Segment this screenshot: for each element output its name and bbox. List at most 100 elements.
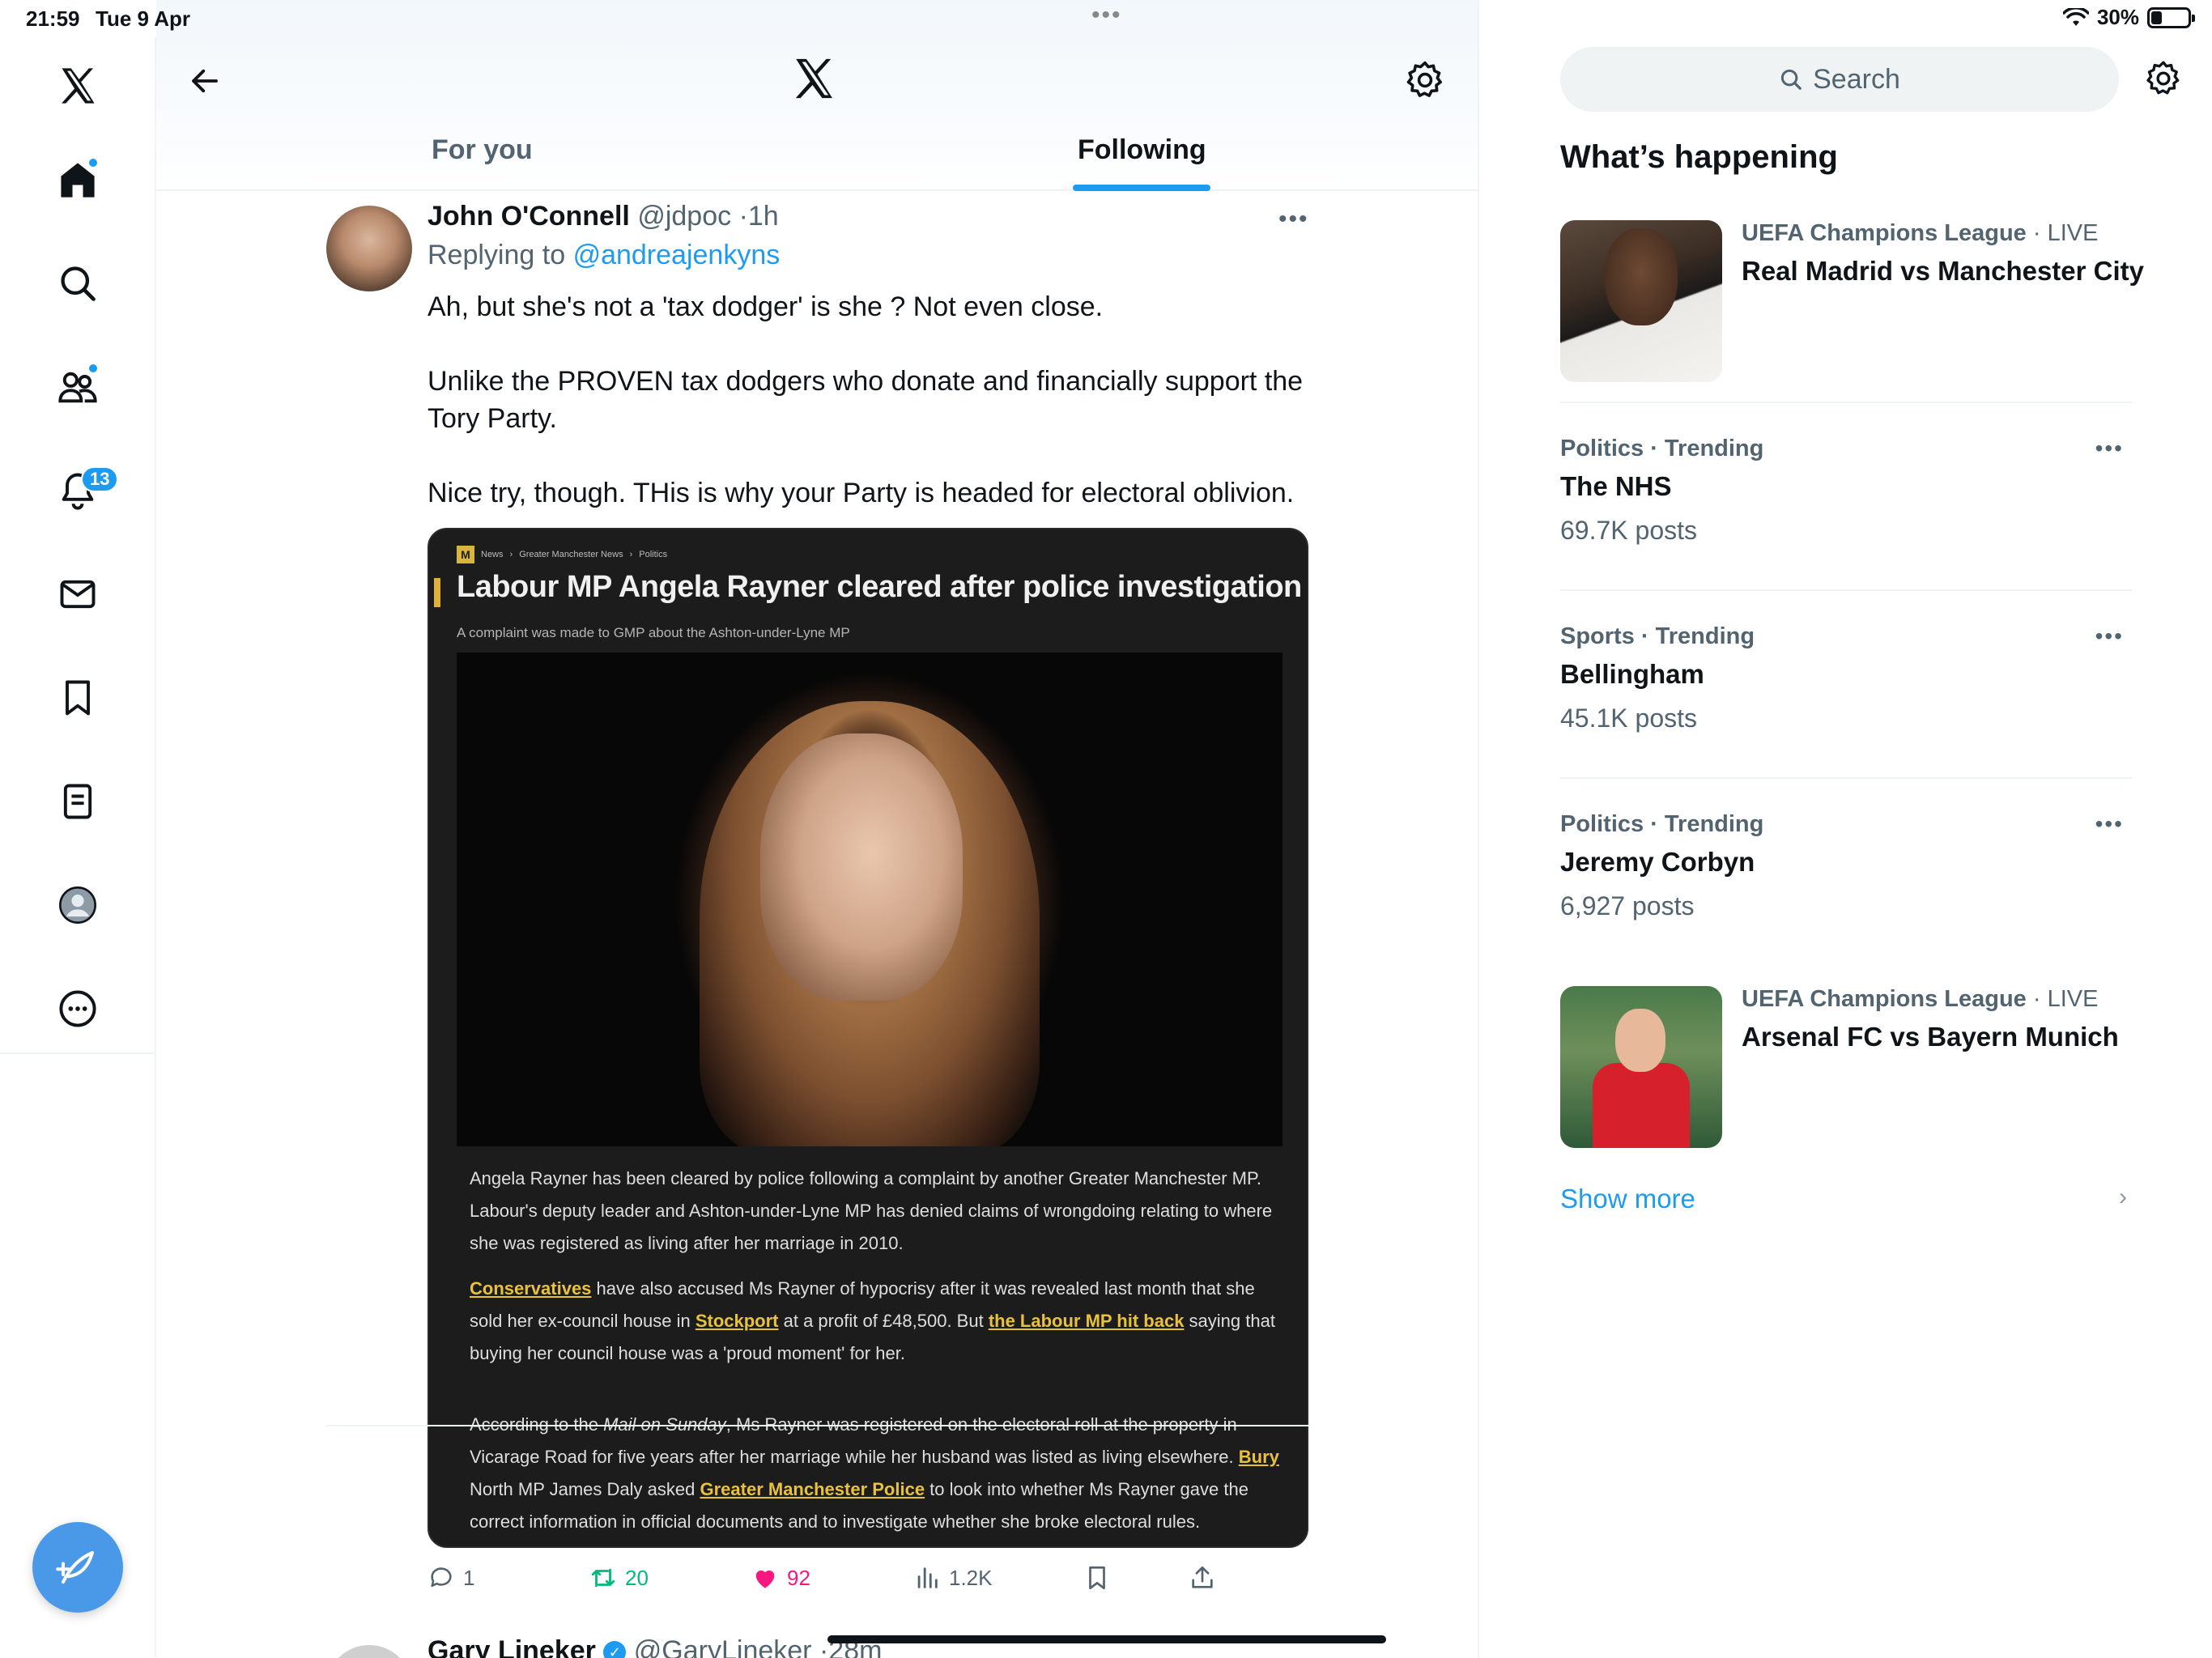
- trend-item[interactable]: UEFA Champions League · LIVE Real Madrid…: [1560, 220, 2144, 382]
- article-subhead: A complaint was made to GMP about the As…: [457, 625, 850, 640]
- share-button[interactable]: [1189, 1564, 1216, 1592]
- more-options-icon[interactable]: •••: [1278, 206, 1309, 233]
- profile-icon[interactable]: [49, 876, 107, 934]
- trend-text: UEFA Champions League · LIVE Arsenal FC …: [1742, 986, 2146, 1053]
- trend-category: Sports · Trending: [1560, 623, 1755, 649]
- tab-for-you[interactable]: For you: [432, 134, 533, 166]
- trend-item[interactable]: UEFA Champions League · LIVE Arsenal FC …: [1560, 986, 2132, 1148]
- author-handle[interactable]: @GaryLineker: [634, 1635, 812, 1658]
- reply-button[interactable]: 1: [428, 1564, 474, 1592]
- chevron-right-icon[interactable]: ›: [2119, 1184, 2127, 1211]
- like-button[interactable]: 92: [751, 1564, 810, 1592]
- messages-icon[interactable]: [49, 565, 107, 623]
- author-name[interactable]: Gary Lineker: [428, 1635, 596, 1658]
- retweet-count: 20: [625, 1565, 649, 1590]
- communities-icon[interactable]: [49, 358, 107, 416]
- thumbnail-shirt: [1593, 1063, 1690, 1148]
- article-photo: [457, 653, 1283, 1146]
- compose-feather-icon: [56, 1550, 95, 1584]
- search-icon[interactable]: [49, 254, 107, 312]
- article-image-card[interactable]: M News › Greater Manchester News › Polit…: [428, 528, 1308, 1548]
- avatar[interactable]: [326, 1645, 412, 1658]
- avatar[interactable]: [326, 206, 412, 291]
- replying-mention-link[interactable]: @andreajenkyns: [573, 240, 781, 270]
- more-icon[interactable]: [49, 980, 107, 1038]
- notifications-icon[interactable]: 13: [49, 461, 119, 520]
- author-name[interactable]: John O'Connell: [428, 201, 630, 232]
- status-bar: 21:59 Tue 9 Apr ••• 30%: [0, 0, 2212, 37]
- search-icon: [1781, 69, 1802, 90]
- article-paragraph: Conservatives have also accused Ms Rayne…: [470, 1273, 1279, 1370]
- trend-category: UEFA Champions League: [1742, 220, 2027, 246]
- left-nav: 13: [0, 37, 156, 1658]
- more-options-icon[interactable]: •••: [2095, 436, 2124, 461]
- views-button[interactable]: 1.2K: [913, 1564, 993, 1592]
- thumbnail-face: [1615, 1009, 1665, 1072]
- trend-item[interactable]: Sports · Trending Bellingham 45.1K posts…: [1560, 623, 2132, 733]
- article-link: Bury: [1238, 1447, 1279, 1467]
- trend-post-count: 6,927 posts: [1560, 891, 1695, 920]
- settings-gear-icon[interactable]: [2143, 58, 2184, 99]
- status-time: 21:59: [26, 6, 80, 31]
- home-icon[interactable]: [49, 151, 107, 209]
- trend-title: Jeremy Corbyn: [1560, 847, 1755, 877]
- trend-separator: [1560, 777, 2132, 779]
- trend-thumbnail: [1560, 986, 1722, 1148]
- communities-unread-dot: [87, 363, 99, 374]
- like-count: 92: [787, 1565, 810, 1590]
- x-logo-icon[interactable]: [49, 57, 107, 115]
- verified-badge-icon: ✓: [603, 1641, 627, 1658]
- right-sidebar: Search What’s happening UEFA Champions L…: [1479, 0, 2212, 1658]
- back-button[interactable]: [172, 49, 237, 113]
- trend-meta: UEFA Champions League · LIVE: [1742, 220, 2146, 247]
- reply-icon: [431, 1567, 452, 1588]
- search-placeholder: Search: [1813, 63, 1900, 95]
- bookmarks-icon[interactable]: [49, 669, 107, 727]
- tab-following[interactable]: Following: [1078, 134, 1206, 166]
- publisher-logo-icon: M: [457, 546, 474, 563]
- arrow-left-icon: [192, 69, 218, 93]
- tweet-paragraph: Ah, but she's not a 'tax dodger' is she …: [428, 291, 1104, 322]
- trend-post-count: 69.7K posts: [1560, 516, 1697, 545]
- trend-title: The NHS: [1560, 471, 1672, 501]
- tweet-time[interactable]: 1h: [748, 201, 779, 232]
- reply-count: 1: [463, 1565, 475, 1590]
- heart-filled-icon: [755, 1570, 775, 1588]
- show-more-link[interactable]: Show more: [1560, 1184, 1695, 1214]
- trend-item[interactable]: Politics · Trending The NHS 69.7K posts …: [1560, 436, 2132, 546]
- settings-gear-icon[interactable]: [1403, 58, 1447, 102]
- trend-separator: [1560, 589, 2132, 591]
- bookmark-button[interactable]: [1083, 1564, 1111, 1592]
- trend-item[interactable]: Politics · Trending Jeremy Corbyn 6,927 …: [1560, 811, 2132, 921]
- tweet-paragraph: Unlike the PROVEN tax dodgers who donate…: [428, 366, 1304, 434]
- article-link: Stockport: [695, 1311, 779, 1331]
- replying-to: Replying to @andreajenkyns: [428, 240, 780, 271]
- tweet-actions: 1 20 92 1.2K: [428, 1564, 1318, 1605]
- replying-prefix: Replying to: [428, 240, 566, 270]
- notifications-badge: 13: [81, 466, 119, 492]
- compose-button[interactable]: [32, 1522, 123, 1613]
- trend-category: UEFA Champions League: [1742, 986, 2027, 1012]
- retweet-icon: [591, 1568, 615, 1588]
- trend-thumbnail: [1560, 220, 1722, 382]
- trend-text: UEFA Champions League · LIVE Real Madrid…: [1742, 220, 2146, 287]
- home-indicator[interactable]: [827, 1635, 1386, 1643]
- x-logo-icon[interactable]: [790, 55, 837, 102]
- search-input[interactable]: Search: [1560, 47, 2119, 112]
- article-headline: Labour MP Angela Rayner cleared after po…: [457, 570, 1302, 604]
- more-options-icon[interactable]: •••: [2095, 623, 2124, 649]
- lists-icon[interactable]: [49, 772, 107, 831]
- more-options-icon[interactable]: •••: [2095, 811, 2124, 837]
- tweet-paragraph: Nice try, though. THis is why your Party…: [428, 478, 1295, 508]
- retweet-button[interactable]: 20: [589, 1564, 649, 1592]
- trend-meta: UEFA Champions League · LIVE: [1742, 986, 2146, 1013]
- thumbnail-face: [1605, 228, 1678, 325]
- main-column: For you Following John O'Connell @jdpoc …: [156, 0, 1479, 1658]
- trend-title: Bellingham: [1560, 659, 1704, 689]
- multitasking-dots-icon[interactable]: •••: [1091, 2, 1122, 29]
- article-link: Greater Manchester Police: [700, 1479, 925, 1499]
- author-handle[interactable]: @jdpoc: [637, 201, 731, 232]
- trend-post-count: 45.1K posts: [1560, 704, 1697, 733]
- views-count: 1.2K: [949, 1565, 993, 1590]
- trend-category: Politics · Trending: [1560, 436, 1764, 461]
